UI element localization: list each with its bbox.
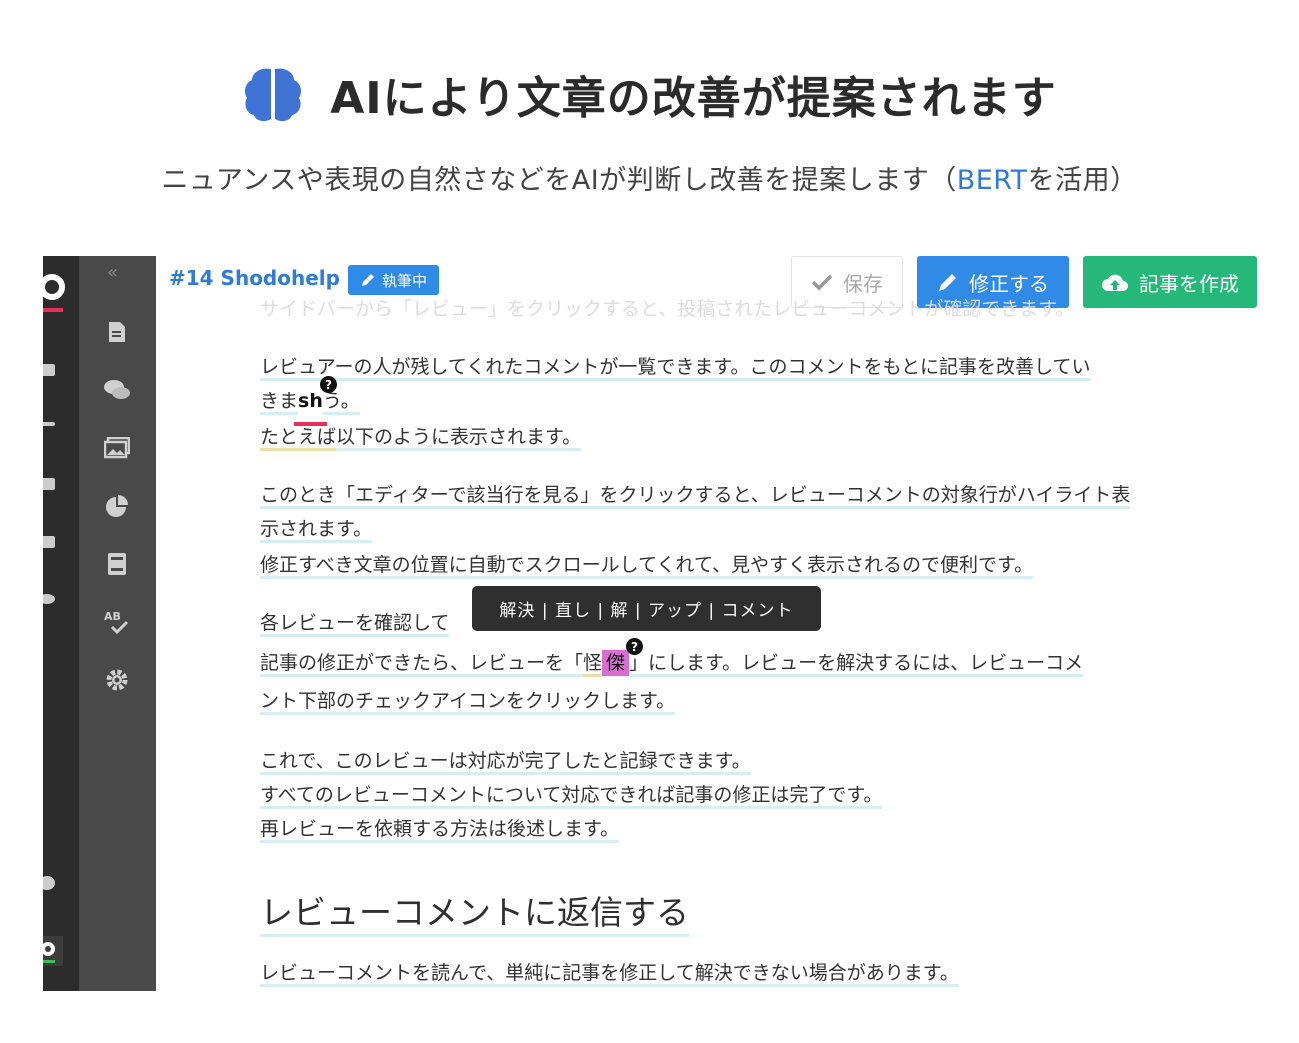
svg-text:AB: AB <box>104 610 121 623</box>
section-heading: レビューコメントに返信する <box>260 886 689 937</box>
sentence: 記事の修正ができたら、レビューを「 <box>260 652 584 677</box>
sentence: このとき「エディターで該当行を見る」をクリックすると、レビューコメントの対象行が… <box>260 484 1131 509</box>
highlighted-word: たとえば <box>260 426 337 451</box>
rail-menu-icon[interactable] <box>43 478 55 490</box>
paragraph-line: 記事の修正ができたら、レビューを「怪傑? 」にします。レビューを解決するには、レビ… <box>260 638 1084 677</box>
suggestion-marker-icon[interactable]: ? <box>320 376 338 393</box>
spellcheck-icon[interactable]: AB <box>103 608 131 636</box>
sentence: すべてのレビューコメントについて対応できれば記事の修正は完了です。 <box>260 784 883 809</box>
gear-icon[interactable] <box>103 666 131 694</box>
suggested-correction[interactable]: 傑? <box>602 638 644 676</box>
sentence: 示されます。 <box>260 518 373 543</box>
bert-link[interactable]: BERT <box>957 165 1028 196</box>
pie-chart-icon[interactable] <box>103 492 131 520</box>
cloud-upload-icon <box>1102 274 1128 291</box>
hero-heading: AIにより文章の改善が提案されます <box>330 73 1057 124</box>
rail-bottom-logo[interactable] <box>43 936 63 966</box>
paragraph-line: レビュアーの人が残してくれたコメントが一覧できます。このコメントをもとに記事を改… <box>260 352 1091 381</box>
highlighted-word: 怪 <box>583 652 603 677</box>
document-icon[interactable] <box>103 318 131 346</box>
flagged-word[interactable]: sh? <box>294 376 338 426</box>
paragraph-line: これで、このレビューは対応が完了したと記録できます。 <box>260 746 751 775</box>
hero-subtitle: ニュアンスや表現の自然さなどをAIが判断し改善を提案します（BERTを活用） <box>0 158 1299 197</box>
hero-title: AIにより文章の改善が提案されます <box>0 62 1299 126</box>
editor-screenshot: « AB #14 Shodohelp 執筆中 保存 修正する 記事を作成 サイド… <box>43 256 1257 991</box>
app-logo[interactable] <box>43 274 65 300</box>
sentence: う。 <box>322 390 360 415</box>
suggestion-tooltip[interactable]: 解決 | 直し | 解 | アップ | コメント <box>472 586 821 631</box>
suggestion-marker-icon[interactable]: ? <box>626 638 644 655</box>
sentence: 以下のように表示されます。 <box>336 426 582 451</box>
save-button-label: 保存 <box>843 271 883 296</box>
sentence: これで、このレビューは対応が完了したと記録できます。 <box>260 750 751 775</box>
rail-settings-icon[interactable] <box>43 594 55 604</box>
collapse-sidebar-icon[interactable]: « <box>107 262 118 283</box>
hero-subtitle-text: ニュアンスや表現の自然さなどをAIが判断し改善を提案します（ <box>161 165 957 196</box>
paragraph-line: ント下部のチェックアイコンをクリックします。 <box>260 686 676 715</box>
image-icon[interactable] <box>103 434 131 462</box>
paragraph-line: すべてのレビューコメントについて対応できれば記事の修正は完了です。 <box>260 780 883 809</box>
sentence: 再レビューを依頼する方法は後述します。 <box>260 818 620 843</box>
sentence: きま <box>260 390 299 415</box>
create-article-button[interactable]: 記事を作成 <box>1083 256 1257 308</box>
paragraph-line: たとえば以下のように表示されます。 <box>260 422 582 451</box>
sentence: レビューコメントを読んで、単純に記事を修正して解決できない場合があります。 <box>260 962 959 987</box>
rail-page-icon[interactable] <box>43 536 55 548</box>
sentence: レビュアーの人が残してくれたコメントが一覧できます。このコメントをもとに記事を改… <box>260 356 1091 381</box>
sentence: 」にします。レビューを解決するには、レビューコメ <box>629 652 1084 677</box>
faded-line: サイドバーから「レビュー」をクリックすると、投稿されたレビューコメントが確認でき… <box>260 298 1075 320</box>
global-nav-rail <box>43 256 79 991</box>
pencil-icon <box>362 274 374 286</box>
fix-button-label: 修正する <box>969 271 1049 296</box>
paragraph-line: 再レビューを依頼する方法は後述します。 <box>260 814 620 843</box>
status-badge[interactable]: 執筆中 <box>348 265 440 295</box>
status-label: 執筆中 <box>382 271 428 290</box>
editor-sidebar: « AB <box>79 256 156 991</box>
create-button-label: 記事を作成 <box>1139 271 1239 296</box>
rail-help-icon[interactable] <box>43 876 55 890</box>
paragraph-line: 修正すべき文章の位置に自動でスクロールしてくれて、見やすく表示されるので便利です… <box>260 550 1034 579</box>
sentence: 各レビューを確認して <box>260 612 450 637</box>
comments-icon[interactable] <box>103 376 131 404</box>
document-id[interactable]: #14 Shodohelp <box>169 266 340 290</box>
paragraph-line: きまsh? う。 <box>260 376 360 426</box>
check-icon <box>811 274 833 291</box>
rail-add-icon[interactable] <box>43 422 55 426</box>
pencil-icon <box>939 274 956 291</box>
hero-subtitle-tail: を活用） <box>1027 165 1138 196</box>
logo-underline <box>43 308 63 312</box>
paragraph-line: 示されます。 <box>260 514 373 543</box>
paragraph-line: このとき「エディターで該当行を見る」をクリックすると、レビューコメントの対象行が… <box>260 480 1131 509</box>
rail-home-icon[interactable] <box>43 364 55 376</box>
brain-icon <box>245 68 302 122</box>
paragraph-line: レビューコメントを読んで、単純に記事を修正して解決できない場合があります。 <box>260 958 959 987</box>
book-icon[interactable] <box>103 550 131 578</box>
sentence: ント下部のチェックアイコンをクリックします。 <box>260 690 676 715</box>
sentence: 修正すべき文章の位置に自動でスクロールしてくれて、見やすく表示されるので便利です… <box>260 554 1034 579</box>
